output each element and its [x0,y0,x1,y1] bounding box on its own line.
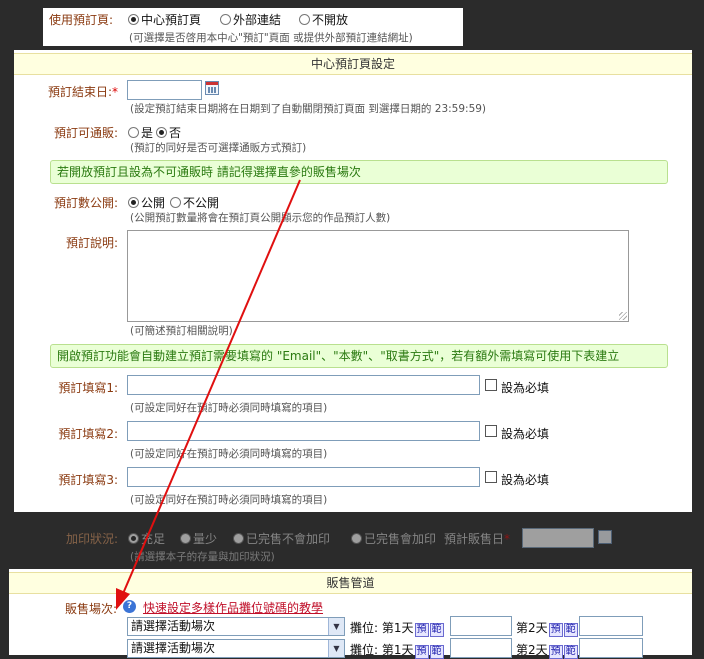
annotation-arrow [116,179,301,610]
